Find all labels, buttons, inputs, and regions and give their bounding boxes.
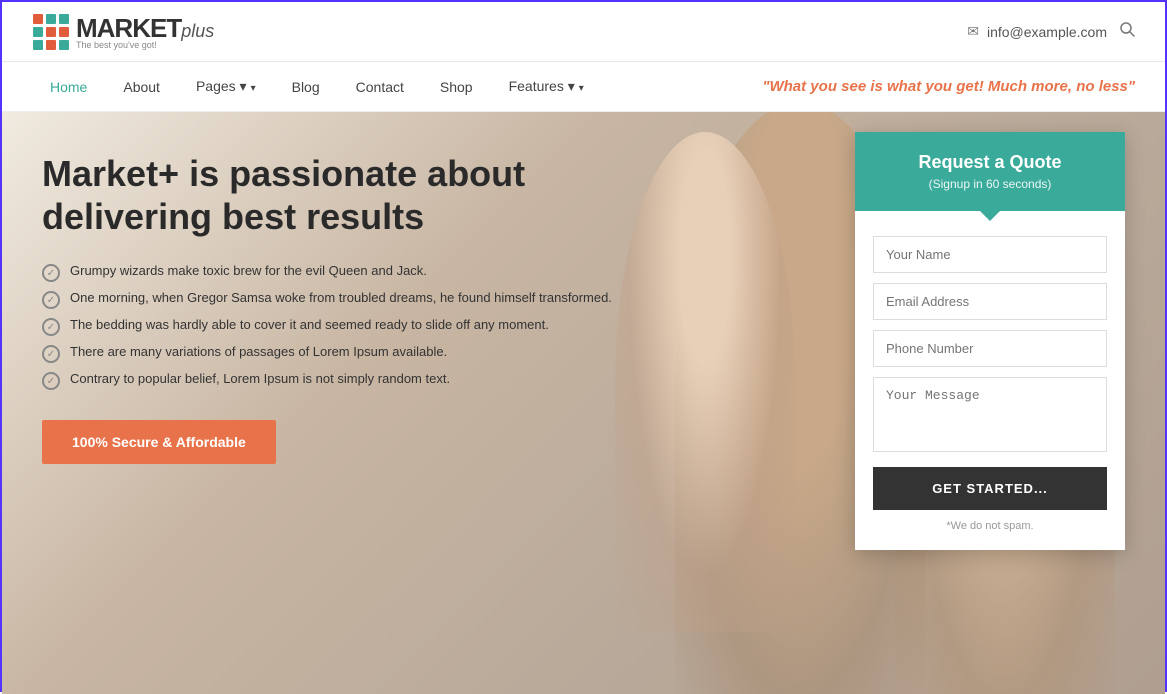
- hero-feature-item: ✓ Contrary to popular belief, Lorem Ipsu…: [42, 371, 702, 390]
- check-icon-2: ✓: [42, 291, 60, 309]
- nav-link-about[interactable]: About: [105, 64, 178, 110]
- message-input[interactable]: [873, 377, 1107, 452]
- nav-item-shop[interactable]: Shop: [422, 64, 491, 110]
- hero-content: Market+ is passionate about delivering b…: [42, 152, 702, 464]
- hero-feature-item: ✓ There are many variations of passages …: [42, 344, 702, 363]
- cta-button[interactable]: 100% Secure & Affordable: [42, 420, 276, 464]
- nav-links: Home About Pages ▾ Blog Contact Shop Fea…: [32, 63, 602, 110]
- check-icon-3: ✓: [42, 318, 60, 336]
- top-right-area: ✉ info@example.com: [967, 21, 1135, 42]
- nav-item-about[interactable]: About: [105, 64, 178, 110]
- nav-link-blog[interactable]: Blog: [274, 64, 338, 110]
- search-icon[interactable]: [1119, 21, 1135, 42]
- quote-form-subtitle: (Signup in 60 seconds): [875, 177, 1105, 191]
- hero-feature-item: ✓ One morning, when Gregor Samsa woke fr…: [42, 290, 702, 309]
- hero-feature-item: ✓ The bedding was hardly able to cover i…: [42, 317, 702, 336]
- nav-item-home[interactable]: Home: [32, 64, 105, 110]
- logo-text-block: MARKETplus The best you've got!: [76, 13, 214, 50]
- hero-features-list: ✓ Grumpy wizards make toxic brew for the…: [42, 263, 702, 390]
- name-input[interactable]: [873, 236, 1107, 273]
- logo-icon: [32, 13, 70, 51]
- hero-feature-text-3: The bedding was hardly able to cover it …: [70, 317, 549, 332]
- nav-item-pages[interactable]: Pages ▾: [178, 63, 274, 110]
- nav-tagline: "What you see is what you get! Much more…: [762, 78, 1135, 95]
- hero-section: Market+ is passionate about delivering b…: [2, 112, 1165, 694]
- spam-notice: *We do not spam.: [873, 520, 1107, 532]
- check-icon-5: ✓: [42, 372, 60, 390]
- logo-market: MARKET: [76, 13, 181, 43]
- phone-input[interactable]: [873, 330, 1107, 367]
- hero-feature-text-4: There are many variations of passages of…: [70, 344, 447, 359]
- nav-item-contact[interactable]: Contact: [338, 64, 422, 110]
- hero-feature-item: ✓ Grumpy wizards make toxic brew for the…: [42, 263, 702, 282]
- nav-link-home[interactable]: Home: [32, 64, 105, 110]
- nav-link-contact[interactable]: Contact: [338, 64, 422, 110]
- hero-title: Market+ is passionate about delivering b…: [42, 152, 702, 238]
- quote-form: Request a Quote (Signup in 60 seconds) G…: [855, 132, 1125, 550]
- top-bar: MARKETplus The best you've got! ✉ info@e…: [2, 2, 1165, 62]
- quote-form-body: GET STARTED... *We do not spam.: [855, 211, 1125, 550]
- email-contact: ✉ info@example.com: [967, 23, 1107, 40]
- logo: MARKETplus The best you've got!: [32, 13, 214, 51]
- logo-plus: plus: [181, 21, 214, 41]
- email-input[interactable]: [873, 283, 1107, 320]
- hero-feature-text-5: Contrary to popular belief, Lorem Ipsum …: [70, 371, 450, 386]
- nav-item-features[interactable]: Features ▾: [491, 63, 602, 110]
- hero-feature-text-1: Grumpy wizards make toxic brew for the e…: [70, 263, 427, 278]
- check-icon-1: ✓: [42, 264, 60, 282]
- email-icon: ✉: [967, 23, 979, 40]
- check-icon-4: ✓: [42, 345, 60, 363]
- quote-form-title: Request a Quote: [875, 152, 1105, 173]
- get-started-button[interactable]: GET STARTED...: [873, 467, 1107, 510]
- nav-bar: Home About Pages ▾ Blog Contact Shop Fea…: [2, 62, 1165, 112]
- nav-link-pages[interactable]: Pages ▾: [178, 63, 274, 110]
- nav-link-features[interactable]: Features ▾: [491, 63, 602, 110]
- nav-link-shop[interactable]: Shop: [422, 64, 491, 110]
- nav-item-blog[interactable]: Blog: [274, 64, 338, 110]
- quote-form-header: Request a Quote (Signup in 60 seconds): [855, 132, 1125, 211]
- hero-feature-text-2: One morning, when Gregor Samsa woke from…: [70, 290, 612, 305]
- email-address: info@example.com: [987, 24, 1107, 40]
